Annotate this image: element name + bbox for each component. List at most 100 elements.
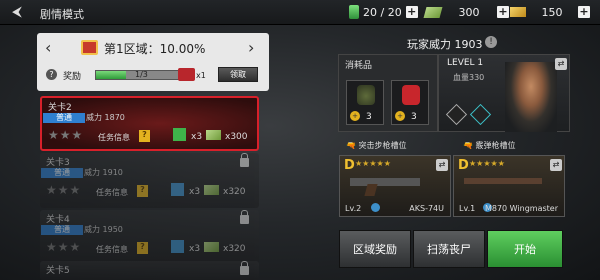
consumable-slot-medkit[interactable]: + 3	[391, 80, 429, 125]
shotgun-slot[interactable]: D ★★★★★ ⇄ Lv.1 M870 Wingmaster	[453, 155, 565, 217]
swap-weapon-icon[interactable]: ⇄	[436, 159, 448, 171]
medkit-count: 3	[411, 112, 417, 122]
power-info-icon[interactable]: !	[485, 36, 497, 48]
grenade-count: 3	[366, 112, 372, 122]
consumable-slot-grenade[interactable]: + 3	[346, 80, 384, 125]
player-power: 玩家威力 1903	[407, 38, 483, 51]
ammo-count: x3	[189, 187, 201, 197]
character-portrait	[505, 62, 557, 132]
next-region-arrow-icon[interactable]: ›	[248, 38, 254, 57]
start-button[interactable]: 开始	[487, 230, 563, 268]
stage-power: 威力 1950	[84, 225, 123, 234]
skill-icon[interactable]	[469, 103, 492, 126]
task-info-label: 任务信息	[96, 245, 128, 254]
difficulty-badge: 普通	[43, 113, 85, 123]
stage-title: 关卡4	[46, 215, 70, 225]
star-rating: ★★★	[48, 128, 84, 142]
star-rating: ★★★	[46, 240, 82, 254]
upgrade-icon[interactable]	[371, 203, 380, 212]
star-rating: ★★★	[46, 183, 82, 197]
claim-button[interactable]: 领取	[218, 67, 258, 82]
reward-progress-count: 1/3	[135, 70, 148, 79]
task-info-icon[interactable]: ?	[137, 185, 148, 197]
weapon-grade: D	[344, 158, 355, 173]
stage-card[interactable]: 关卡2 普通 威力 1870 ★★★ 任务信息 ? x3 x300	[40, 96, 259, 151]
stage-title: 关卡2	[48, 103, 72, 113]
cash-reward-icon	[206, 130, 221, 140]
gold-icon	[510, 7, 526, 17]
ammo-icon	[171, 183, 184, 196]
plus-coin-icon: +	[395, 111, 405, 121]
weapon-stars: ★★★★★	[469, 159, 505, 168]
grenade-icon	[357, 85, 375, 105]
rifle-slot[interactable]: D ★★★★★ ⇄ Lv.2 AKS-74U	[339, 155, 451, 217]
chest-count: x1	[196, 71, 206, 80]
swap-character-icon[interactable]: ⇄	[555, 58, 567, 70]
character-panel: LEVEL 1 血量330 ⇄	[438, 54, 570, 132]
cash-value: 300	[458, 5, 480, 19]
page-title: 剧情模式	[40, 8, 84, 21]
region-header: ‹ 第1区域：10.00% › ? 奖励 1/3 x1 领取	[37, 33, 269, 91]
character-level: LEVEL 1	[447, 58, 484, 68]
cash-reward-count: x320	[223, 187, 246, 197]
chest-icon	[178, 68, 195, 81]
task-info-label: 任务信息	[96, 188, 128, 197]
cash-icon	[423, 6, 443, 18]
cash-reward-count: x320	[223, 244, 246, 254]
gold-resource: 150 +	[510, 4, 590, 20]
region-reward-button[interactable]: 区域奖励	[339, 230, 411, 268]
stage-card[interactable]: 关卡3 普通 威力 1910 ★★★ 任务信息 ? x3 x320	[40, 153, 259, 208]
region-title: 第1区域：10.00%	[104, 42, 206, 56]
back-icon[interactable]: ⮜	[6, 4, 28, 20]
medkit-icon	[402, 85, 420, 105]
stage-title: 关卡3	[46, 158, 70, 168]
energy-resource: 20 / 20 +	[349, 4, 418, 20]
energy-icon	[349, 5, 359, 19]
reward-progress-fill	[96, 71, 127, 79]
stage-power: 威力 1910	[84, 168, 123, 177]
shotgun-icon	[464, 178, 542, 184]
weapon-grade: D	[458, 158, 469, 173]
character-hp: 血量330	[453, 73, 485, 82]
stage-panel: ‹ 第1区域：10.00% › ? 奖励 1/3 x1 领取 关卡2 普通 威力…	[37, 33, 269, 280]
add-gold-button[interactable]: +	[578, 6, 590, 18]
prev-region-arrow-icon[interactable]: ‹	[45, 38, 51, 57]
weapon-stars: ★★★★★	[355, 159, 391, 168]
stage-title: 关卡5	[46, 266, 70, 276]
weapon-name: M870 Wingmaster	[484, 204, 558, 213]
consumables-panel: 消耗品 + 3 + 3	[338, 54, 438, 132]
ammo-count: x3	[189, 244, 201, 254]
rank-badge-icon	[445, 103, 468, 126]
ammo-icon	[171, 240, 184, 253]
lock-icon	[240, 261, 249, 275]
consumables-title: 消耗品	[345, 61, 373, 71]
swap-weapon-icon[interactable]: ⇄	[550, 159, 562, 171]
weapon-name: AKS-74U	[409, 204, 444, 213]
help-icon[interactable]: ?	[46, 69, 57, 80]
stage-card[interactable]: 关卡4 普通 威力 1950 ★★★ 任务信息 ? x3 x320	[40, 210, 259, 265]
stage-power: 威力 1870	[86, 113, 125, 122]
add-energy-button[interactable]: +	[405, 6, 418, 18]
cash-reward-icon	[204, 185, 219, 195]
shotgun-slot-label: 🔫 霰弹枪槽位	[463, 141, 516, 150]
difficulty-badge: 普通	[41, 225, 83, 235]
task-info-icon[interactable]: ?	[139, 130, 150, 142]
gift-icon	[81, 40, 98, 55]
stage-card[interactable]: 关卡5	[40, 261, 259, 280]
task-info-label: 任务信息	[98, 133, 130, 142]
ammo-icon	[173, 128, 186, 141]
plus-coin-icon: +	[350, 111, 360, 121]
task-info-icon[interactable]: ?	[137, 242, 148, 254]
energy-value: 20 / 20	[363, 5, 402, 19]
add-cash-button[interactable]: +	[497, 6, 509, 18]
top-bar: ⮜ 剧情模式 20 / 20 + 300 + 150 +	[0, 0, 600, 25]
weapon-level: Lv.2	[345, 204, 362, 213]
sweep-zombies-button[interactable]: 扫荡丧尸	[413, 230, 485, 268]
rifle-icon	[350, 178, 420, 186]
cash-reward-count: x300	[225, 132, 248, 142]
rifle-grip	[364, 184, 378, 196]
ammo-count: x3	[191, 132, 203, 142]
difficulty-badge: 普通	[41, 168, 83, 178]
lock-icon	[240, 210, 249, 224]
rifle-slot-label: 🔫 突击步枪槽位	[346, 141, 407, 150]
